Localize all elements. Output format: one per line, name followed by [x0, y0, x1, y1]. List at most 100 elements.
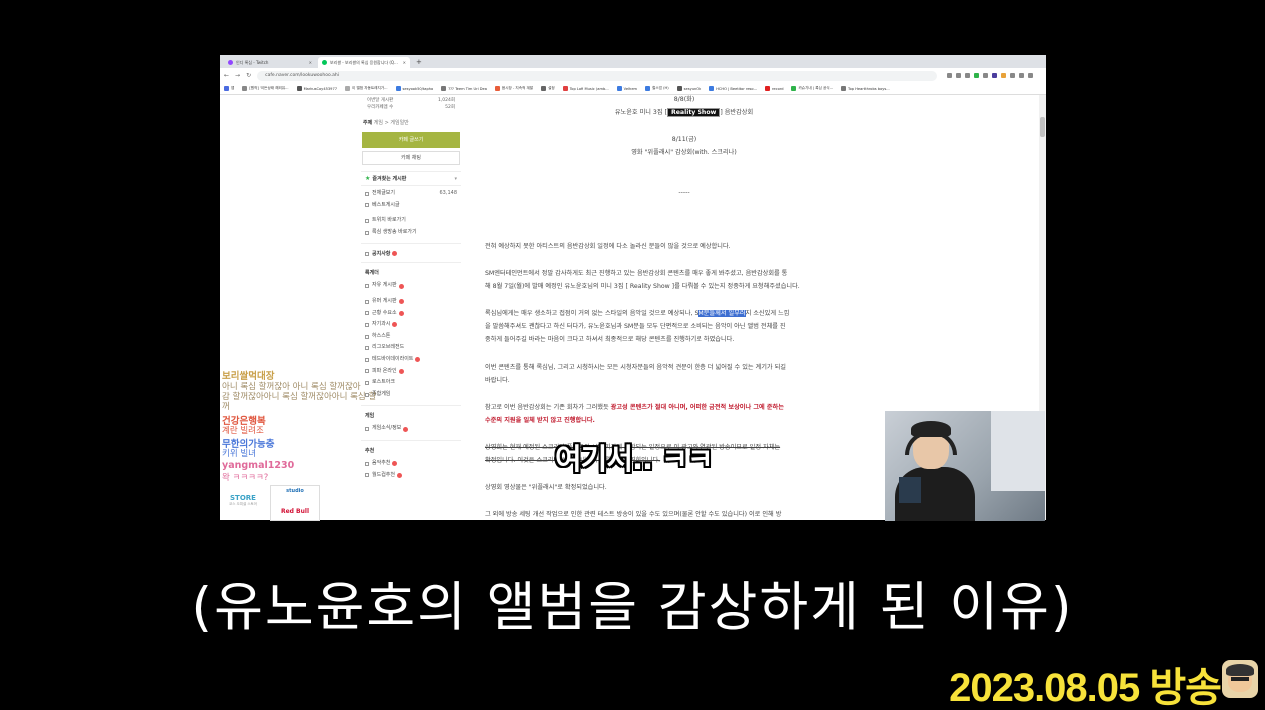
extensions: [947, 73, 1034, 78]
post-paragraph: 전혀 예상하지 못한 아티스트의 음반감상회 일정에 다소 놀라신 분들이 많을…: [485, 243, 731, 250]
bookmark[interactable]: 앱: [224, 86, 234, 91]
bookmark[interactable]: Top Lofi Music (amb...: [562, 86, 609, 91]
bookmark[interactable]: 음시장 - 지속적 계발: [494, 86, 533, 91]
board-item[interactable]: 피파 온라인: [365, 366, 457, 378]
tab-label: 보리쌀 - 보리쌀의 록심 응원합니다 (Q...: [330, 59, 398, 65]
menu-icon[interactable]: [1028, 73, 1034, 78]
stat-label: 우리카페멤 수: [367, 105, 394, 110]
tab-label: 인디 록심 - Twitch: [236, 59, 269, 65]
naver-cafe-icon: [322, 60, 327, 65]
chat-message: 계란 빌려조: [222, 426, 264, 436]
tab-bar: 인디 록심 - Twitch ✕ 보리쌀 - 보리쌀의 록심 응원합니다 (Q.…: [220, 55, 1046, 68]
bookmark[interactable]: 이 앨범 자동트레지가...: [345, 86, 388, 91]
back-icon[interactable]: ←: [224, 72, 229, 79]
board-item[interactable]: 록심 생방송 바로가기: [365, 227, 457, 239]
post-paragraph: 수준의 지원을 일체 받지 않고 진행합니다.: [485, 417, 595, 424]
post-paragraph: 중하게 들어주길 바라는 마음이 크다고 하셔서 최종적으로 해당 콘텐츠를 진…: [485, 336, 735, 343]
reload-icon[interactable]: ↻: [246, 72, 251, 79]
overlay-caption: 여기서.. ㅋㅋ: [555, 442, 714, 476]
board-item[interactable]: 자기과시: [365, 319, 457, 331]
board-item[interactable]: 테드바이데이라이트: [365, 354, 457, 366]
favorite-boards-title: 즐겨찾는 게시판: [372, 176, 407, 182]
selected-text[interactable]: M분들께서 일부러: [698, 310, 746, 317]
board-item[interactable]: 자유 게시판: [365, 280, 457, 292]
bookmark[interactable]: Top Heartthrobs boys...: [841, 86, 890, 91]
divider-text: -----: [678, 189, 690, 196]
board-item[interactable]: 유머 게시판: [365, 296, 457, 308]
search-icon[interactable]: [947, 73, 953, 78]
board-item[interactable]: 베스트게시글: [365, 200, 457, 212]
bookmark[interactable]: Velhem: [616, 86, 637, 91]
bookmark[interactable]: ??? Teem Tim Uri Dea: [441, 86, 487, 91]
bookmark[interactable]: 설정: [541, 86, 555, 91]
stat-label: 이번달 게시판: [367, 98, 394, 103]
extension-icon[interactable]: [983, 73, 989, 78]
bookmarks-bar: 앱 [원작] '이든상태 해외뮤... MarkusCoy453977 이 앨범…: [220, 83, 1046, 95]
board-item[interactable]: 리그오브레전드: [365, 342, 457, 354]
url-input[interactable]: cafe.naver.com/lookuwoohoo.ahi: [257, 70, 938, 81]
video-subtitle: (유노윤호의 앨범을 감상하게 된 이유): [191, 577, 1074, 638]
extension-icon[interactable]: [974, 73, 980, 78]
section-header: 록게더: [361, 262, 461, 278]
share-icon[interactable]: [956, 73, 962, 78]
stat-value: 52회: [445, 105, 455, 110]
cafe-stats: 이번달 게시판 1,024회 우리카페멤 수 52회: [361, 95, 461, 113]
bookmark[interactable]: 카슈기내 | 록심 공식...: [791, 86, 833, 91]
extension-icon[interactable]: [1001, 73, 1007, 78]
broadcast-date: 2023.08.05 방송: [949, 666, 1222, 710]
board-item[interactable]: 로스트아크: [365, 377, 457, 389]
post-paragraph: 을 말씀해주셔도 괜찮다고 하신 터다가, 유노윤호님과 SM분들 모두 단편적…: [485, 323, 786, 330]
store-label: STORE: [230, 494, 256, 502]
star-icon[interactable]: [965, 73, 971, 78]
ad-top-label: studio: [271, 486, 319, 494]
chat-message: 감 할꺼잖아아니 록심 할꺼잖아아니 록심 할: [222, 392, 377, 402]
cafe-sidebar: 이번달 게시판 1,024회 우리카페멤 수 52회 주제 게임 > 게임일반 카페…: [361, 95, 461, 520]
board-item[interactable]: 트위치 바로가기: [365, 215, 457, 227]
board-item[interactable]: 월드컵추천: [365, 470, 457, 482]
forward-icon[interactable]: →: [235, 72, 240, 79]
bookmark[interactable]: 철스업 (H): [645, 86, 669, 91]
section-header: 게임: [361, 405, 461, 421]
bookmark[interactable]: sesyunOk: [676, 86, 701, 91]
streamer-avatar-icon: [1222, 660, 1258, 698]
bookmark[interactable]: [원작] '이든상태 해외뮤...: [242, 86, 289, 91]
twitch-icon: [228, 60, 233, 65]
new-tab-button[interactable]: +: [412, 57, 426, 68]
board-item[interactable]: 하스스톤: [365, 331, 457, 343]
extension-icon[interactable]: [992, 73, 998, 78]
redbull-ad[interactable]: studio Red Bull: [270, 485, 320, 521]
redbull-logo-text: Red Bull: [280, 508, 310, 515]
scroll-thumb[interactable]: [1040, 117, 1045, 137]
board-item[interactable]: 전체글보기 63,148: [365, 188, 457, 200]
chat-message: 꺼: [222, 402, 230, 412]
favorite-boards-header[interactable]: ★ 즐겨찾는 게시판 ▾: [361, 171, 461, 186]
bookmark[interactable]: sesyook50/tapho: [395, 86, 433, 91]
notice-board[interactable]: 공지사항: [361, 243, 461, 259]
recommend-board-list: 음악추천 월드컵추천: [361, 456, 461, 483]
topic-label: 주제: [363, 120, 373, 126]
section-header: 추천: [361, 439, 461, 456]
post-line: 유노윤호 미니 3집 [Reality Show] 음반감상회: [614, 108, 754, 117]
board-item[interactable]: 근황 수요소: [365, 308, 457, 320]
profile-icon[interactable]: [1019, 73, 1025, 78]
post-paragraph: 록심님에게는 매우 생소하고 접점이 거의 없는 스타일의 음악일 것으로 예상…: [485, 310, 790, 317]
board-item[interactable]: 종합게임: [365, 389, 457, 401]
bookmark[interactable]: record: [765, 86, 783, 91]
tab-twitch[interactable]: 인디 록심 - Twitch ✕: [224, 57, 316, 68]
chat-message: 왁 ㅋㅋㅋㅋ?: [222, 473, 269, 483]
board-item[interactable]: 게임소식/정보: [365, 423, 457, 435]
post-paragraph: 그 외에 방송 세팅 개선 작업으로 인한 관련 테스트 방송이 있을 수도 있…: [485, 511, 782, 518]
bookmark[interactable]: MarkusCoy453977: [296, 86, 337, 91]
tab-cafe[interactable]: 보리쌀 - 보리쌀의 록심 응원합니다 (Q... ✕: [318, 57, 410, 68]
address-bar: ← → ↻ cafe.naver.com/lookuwoohoo.ahi: [220, 68, 1046, 83]
post-paragraph: 바랍니다.: [485, 377, 510, 384]
chevron-down-icon[interactable]: ▾: [454, 176, 457, 182]
write-post-button[interactable]: 카페 글쓰기: [362, 132, 460, 148]
bookmark[interactable]: HCHO | Beetitor reso...: [709, 86, 757, 91]
board-item[interactable]: 음악추천: [365, 458, 457, 470]
close-tab-icon[interactable]: ✕: [309, 60, 312, 65]
close-tab-icon[interactable]: ✕: [403, 60, 406, 65]
cafe-chat-button[interactable]: 카페 채팅: [362, 151, 460, 165]
puzzle-icon[interactable]: [1010, 73, 1016, 78]
store-ad[interactable]: STORE 코스 오피셜 스토어: [222, 494, 264, 516]
